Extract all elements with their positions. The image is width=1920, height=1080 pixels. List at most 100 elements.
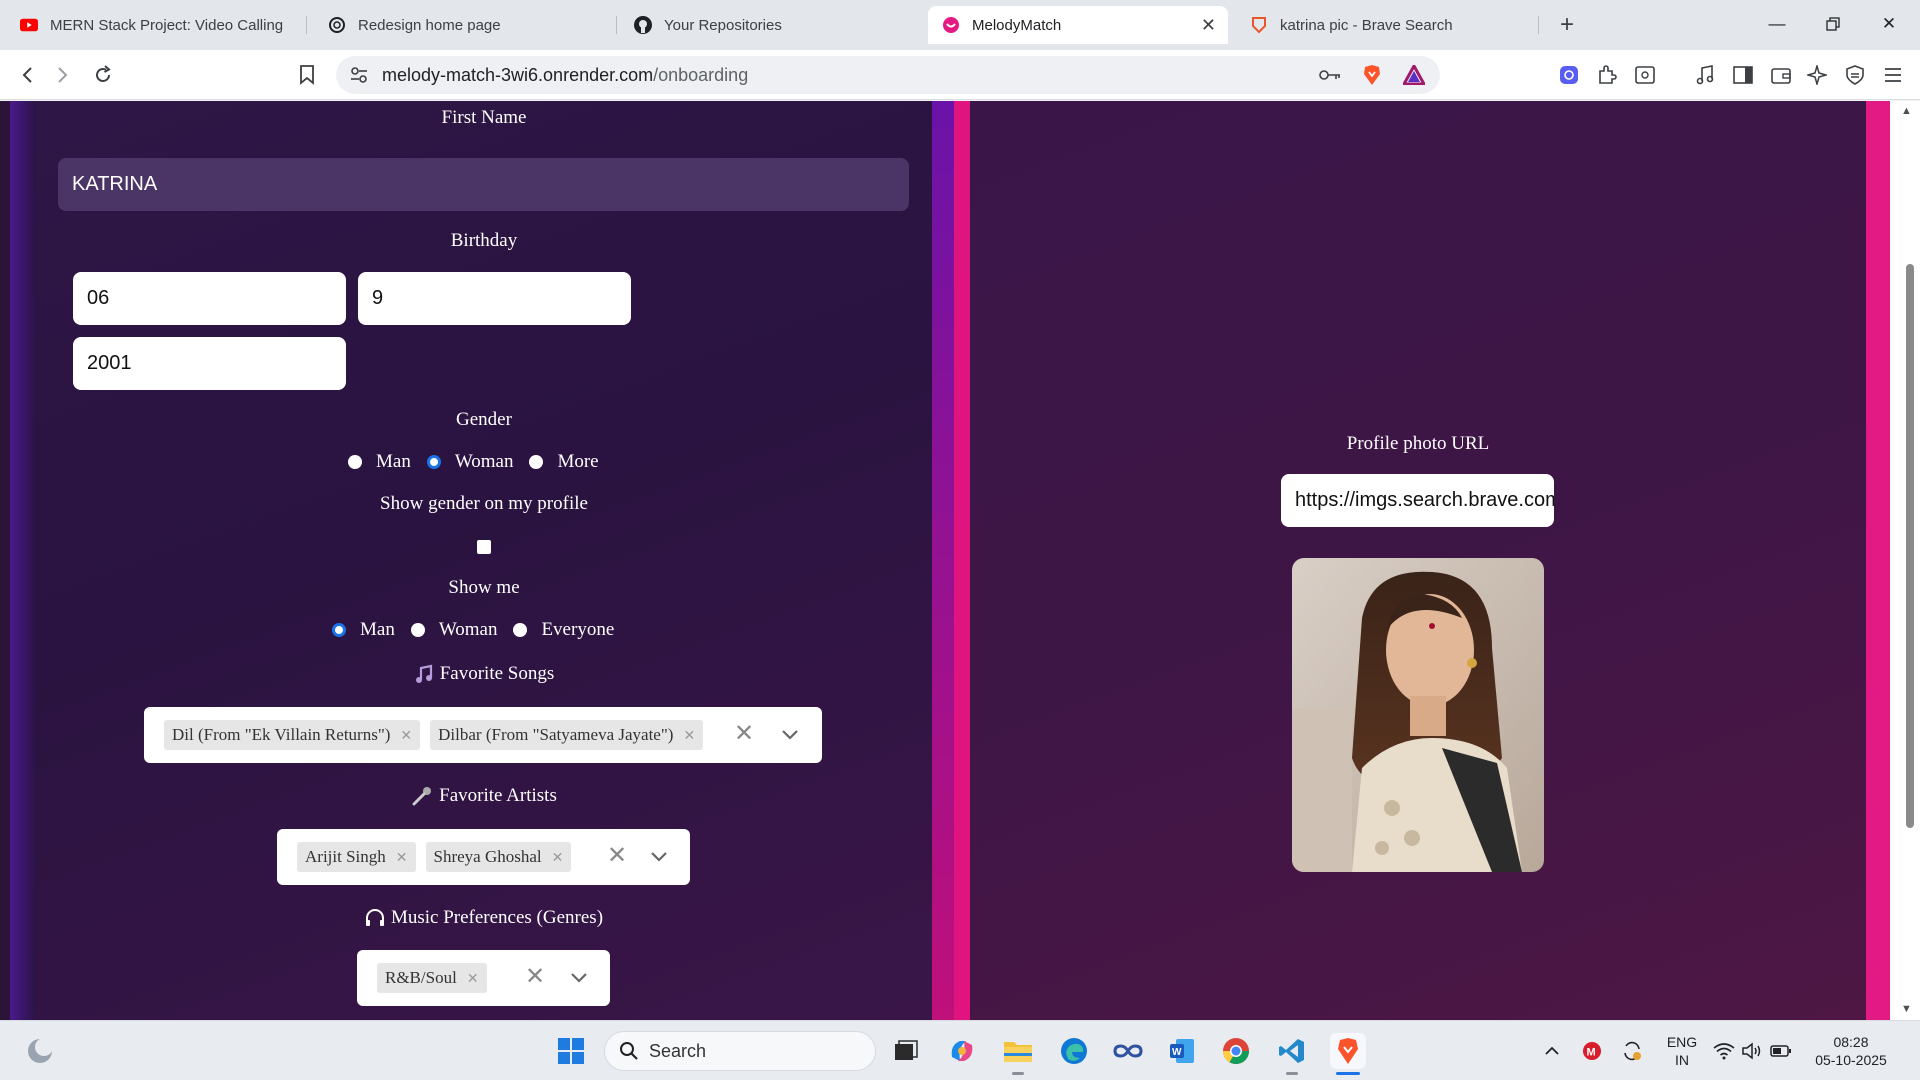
url-path: /onboarding	[653, 65, 749, 85]
menu-icon[interactable]	[1878, 60, 1908, 90]
gender-option-label: Man	[376, 451, 411, 472]
tab-strip: MERN Stack Project: Video Calling Re Red…	[0, 0, 1920, 50]
clear-selection-icon[interactable]: ✕	[607, 841, 627, 870]
vscode-icon[interactable]	[1274, 1033, 1310, 1069]
artist-chip: Arijit Singh ✕	[297, 842, 416, 872]
remove-chip-icon[interactable]: ✕	[400, 727, 412, 744]
favorite-artists-select[interactable]: Arijit Singh ✕ Shreya Ghoshal ✕ ✕	[277, 829, 690, 885]
clock[interactable]: 08:28 05-10-2025	[1806, 1033, 1896, 1069]
gender-radio-woman[interactable]	[426, 455, 441, 469]
chevron-down-icon[interactable]	[571, 970, 587, 988]
profile-photo-preview	[1292, 558, 1544, 872]
battery-icon[interactable]	[1766, 1033, 1796, 1069]
tab-melodymatch[interactable]: MelodyMatch ✕	[928, 6, 1228, 44]
bookmark-icon[interactable]	[292, 60, 322, 90]
birthday-year-input[interactable]	[73, 337, 346, 390]
show-me-radio-woman[interactable]	[410, 623, 425, 637]
brave-shields-icon[interactable]	[1360, 64, 1384, 86]
reload-icon[interactable]	[88, 60, 118, 90]
profile-photo-url-input[interactable]	[1281, 474, 1554, 527]
windows-start-icon[interactable]	[553, 1033, 589, 1069]
antivirus-tray-icon[interactable]: M	[1574, 1033, 1610, 1069]
svg-text:W: W	[1172, 1047, 1182, 1058]
chevron-up-icon[interactable]	[1534, 1033, 1570, 1069]
favorite-songs-select[interactable]: Dil (From "Ek Villain Returns") ✕ Dilbar …	[144, 707, 822, 763]
leo-ai-icon[interactable]	[1554, 60, 1584, 90]
leo-sparkle-icon[interactable]	[1802, 60, 1832, 90]
right-accent-edge	[1866, 101, 1890, 1020]
reader-mode-icon[interactable]	[1630, 60, 1660, 90]
show-me-radio-everyone[interactable]	[513, 623, 528, 637]
song-chip-label: Dilbar (From "Satyameva Jayate")	[438, 725, 674, 744]
tab-label: Your Repositories	[664, 16, 782, 34]
show-gender-checkbox[interactable]	[477, 540, 491, 554]
edge-browser-icon[interactable]	[1056, 1033, 1092, 1069]
birthday-day-input[interactable]	[73, 272, 346, 325]
site-settings-icon[interactable]	[350, 66, 368, 89]
page-scrollbar[interactable]	[1890, 101, 1920, 1020]
brave-browser-icon[interactable]	[1330, 1033, 1366, 1069]
tab-brave-search[interactable]: katrina pic - Brave Search	[1236, 6, 1536, 44]
chrome-icon[interactable]	[1218, 1033, 1254, 1069]
input-language[interactable]: ENG IN	[1664, 1033, 1700, 1069]
password-key-icon[interactable]	[1318, 64, 1342, 86]
copilot-icon[interactable]	[944, 1033, 980, 1069]
file-explorer-icon[interactable]	[1000, 1033, 1036, 1069]
infinity-app-icon[interactable]	[1110, 1033, 1146, 1069]
back-icon[interactable]	[12, 60, 42, 90]
scroll-down-icon[interactable]: ▼	[1901, 1003, 1912, 1015]
close-tab-icon[interactable]: ✕	[1201, 15, 1216, 36]
birthday-month-input[interactable]	[358, 272, 631, 325]
brave-search-icon	[1250, 16, 1268, 34]
show-me-label: Show me	[448, 577, 520, 598]
clear-selection-icon[interactable]: ✕	[525, 962, 545, 991]
artist-chip-label: Shreya Ghoshal	[433, 847, 542, 866]
forward-icon[interactable]	[48, 60, 78, 90]
wifi-icon[interactable]	[1710, 1033, 1738, 1069]
tab-label: Redesign home page	[358, 16, 501, 34]
word-icon[interactable]: W	[1164, 1033, 1200, 1069]
remove-chip-icon[interactable]: ✕	[552, 849, 564, 866]
sidebar-toggle-icon[interactable]	[1728, 60, 1758, 90]
tab-youtube[interactable]: MERN Stack Project: Video Calling Re	[6, 6, 298, 44]
music-genres-select[interactable]: R&B/Soul ✕ ✕	[357, 950, 610, 1006]
tab-separator	[306, 16, 307, 34]
remove-chip-icon[interactable]: ✕	[467, 970, 479, 987]
search-placeholder: Search	[649, 1040, 707, 1061]
media-music-icon[interactable]	[1690, 60, 1720, 90]
show-me-radio-man[interactable]	[332, 623, 346, 637]
show-gender-label: Show gender on my profile	[380, 493, 588, 514]
language-code: ENG	[1666, 1034, 1698, 1050]
gender-radio-man[interactable]	[348, 455, 362, 469]
birthday-label: Birthday	[450, 230, 518, 251]
remove-chip-icon[interactable]: ✕	[683, 727, 695, 744]
chevron-down-icon[interactable]	[651, 849, 667, 867]
close-window-icon[interactable]: ✕	[1866, 8, 1912, 40]
address-bar[interactable]: melody-match-3wi6.onrender.com/onboardin…	[336, 56, 1440, 94]
chevron-down-icon[interactable]	[782, 727, 798, 745]
sync-tray-icon[interactable]	[1614, 1033, 1650, 1069]
tab-redesign[interactable]: Redesign home page	[314, 6, 610, 44]
restore-icon[interactable]	[1810, 8, 1856, 40]
artist-chip-label: Arijit Singh	[305, 847, 386, 866]
svg-text:M: M	[1587, 1047, 1596, 1059]
tab-label: katrina pic - Brave Search	[1280, 16, 1453, 34]
scroll-up-icon[interactable]: ▲	[1901, 105, 1912, 117]
gender-radio-more[interactable]	[529, 455, 544, 469]
task-view-icon[interactable]	[888, 1033, 924, 1069]
vpn-shield-icon[interactable]	[1840, 60, 1870, 90]
clear-selection-icon[interactable]: ✕	[734, 719, 754, 748]
first-name-input[interactable]	[58, 158, 909, 211]
new-tab-button[interactable]: +	[1552, 10, 1582, 40]
brave-rewards-icon[interactable]	[1402, 64, 1426, 86]
wallet-icon[interactable]	[1766, 60, 1796, 90]
remove-chip-icon[interactable]: ✕	[396, 849, 408, 866]
taskbar-search-box[interactable]: Search	[604, 1031, 876, 1071]
tab-github[interactable]: Your Repositories	[620, 6, 916, 44]
extensions-icon[interactable]	[1592, 60, 1622, 90]
volume-icon[interactable]	[1738, 1033, 1766, 1069]
weather-widget-icon[interactable]	[22, 1033, 58, 1069]
tab-label: MelodyMatch	[972, 16, 1062, 34]
minimize-icon[interactable]: —	[1754, 8, 1800, 40]
scrollbar-thumb[interactable]	[1906, 264, 1914, 828]
